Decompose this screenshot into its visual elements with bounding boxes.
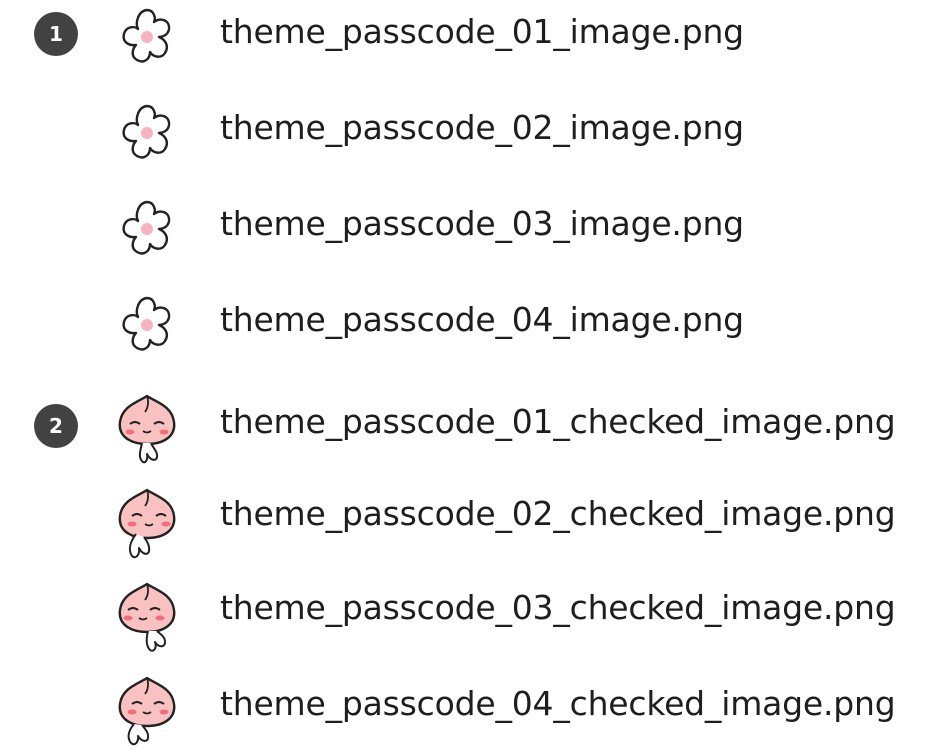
flower-icon xyxy=(110,0,184,74)
list-item: theme_passcode_04_image.png xyxy=(0,278,938,368)
peach-character-icon xyxy=(110,576,184,658)
list-item: theme_passcode_03_checked_image.png xyxy=(0,568,938,658)
peach-character-icon xyxy=(110,388,184,470)
flower-icon xyxy=(110,192,184,266)
file-name: theme_passcode_02_image.png xyxy=(220,108,744,147)
file-name: theme_passcode_04_image.png xyxy=(220,300,744,339)
flower-icon xyxy=(110,96,184,170)
flower-icon xyxy=(110,288,184,362)
file-name: theme_passcode_04_checked_image.png xyxy=(220,684,896,723)
list-item: theme_passcode_02_checked_image.png xyxy=(0,474,938,564)
list-item: theme_passcode_04_checked_image.png xyxy=(0,662,938,752)
list-item: theme_passcode_01_image.png xyxy=(0,0,938,80)
file-name: theme_passcode_02_checked_image.png xyxy=(220,494,896,533)
peach-character-icon xyxy=(110,482,184,564)
list-item: theme_passcode_03_image.png xyxy=(0,182,938,272)
list-item: theme_passcode_01_checked_image.png xyxy=(0,380,938,470)
file-name: theme_passcode_03_checked_image.png xyxy=(220,588,896,627)
peach-character-icon xyxy=(110,670,184,752)
file-name: theme_passcode_01_checked_image.png xyxy=(220,402,896,441)
file-name: theme_passcode_03_image.png xyxy=(220,204,744,243)
list-item: theme_passcode_02_image.png xyxy=(0,86,938,176)
file-name: theme_passcode_01_image.png xyxy=(220,12,744,51)
